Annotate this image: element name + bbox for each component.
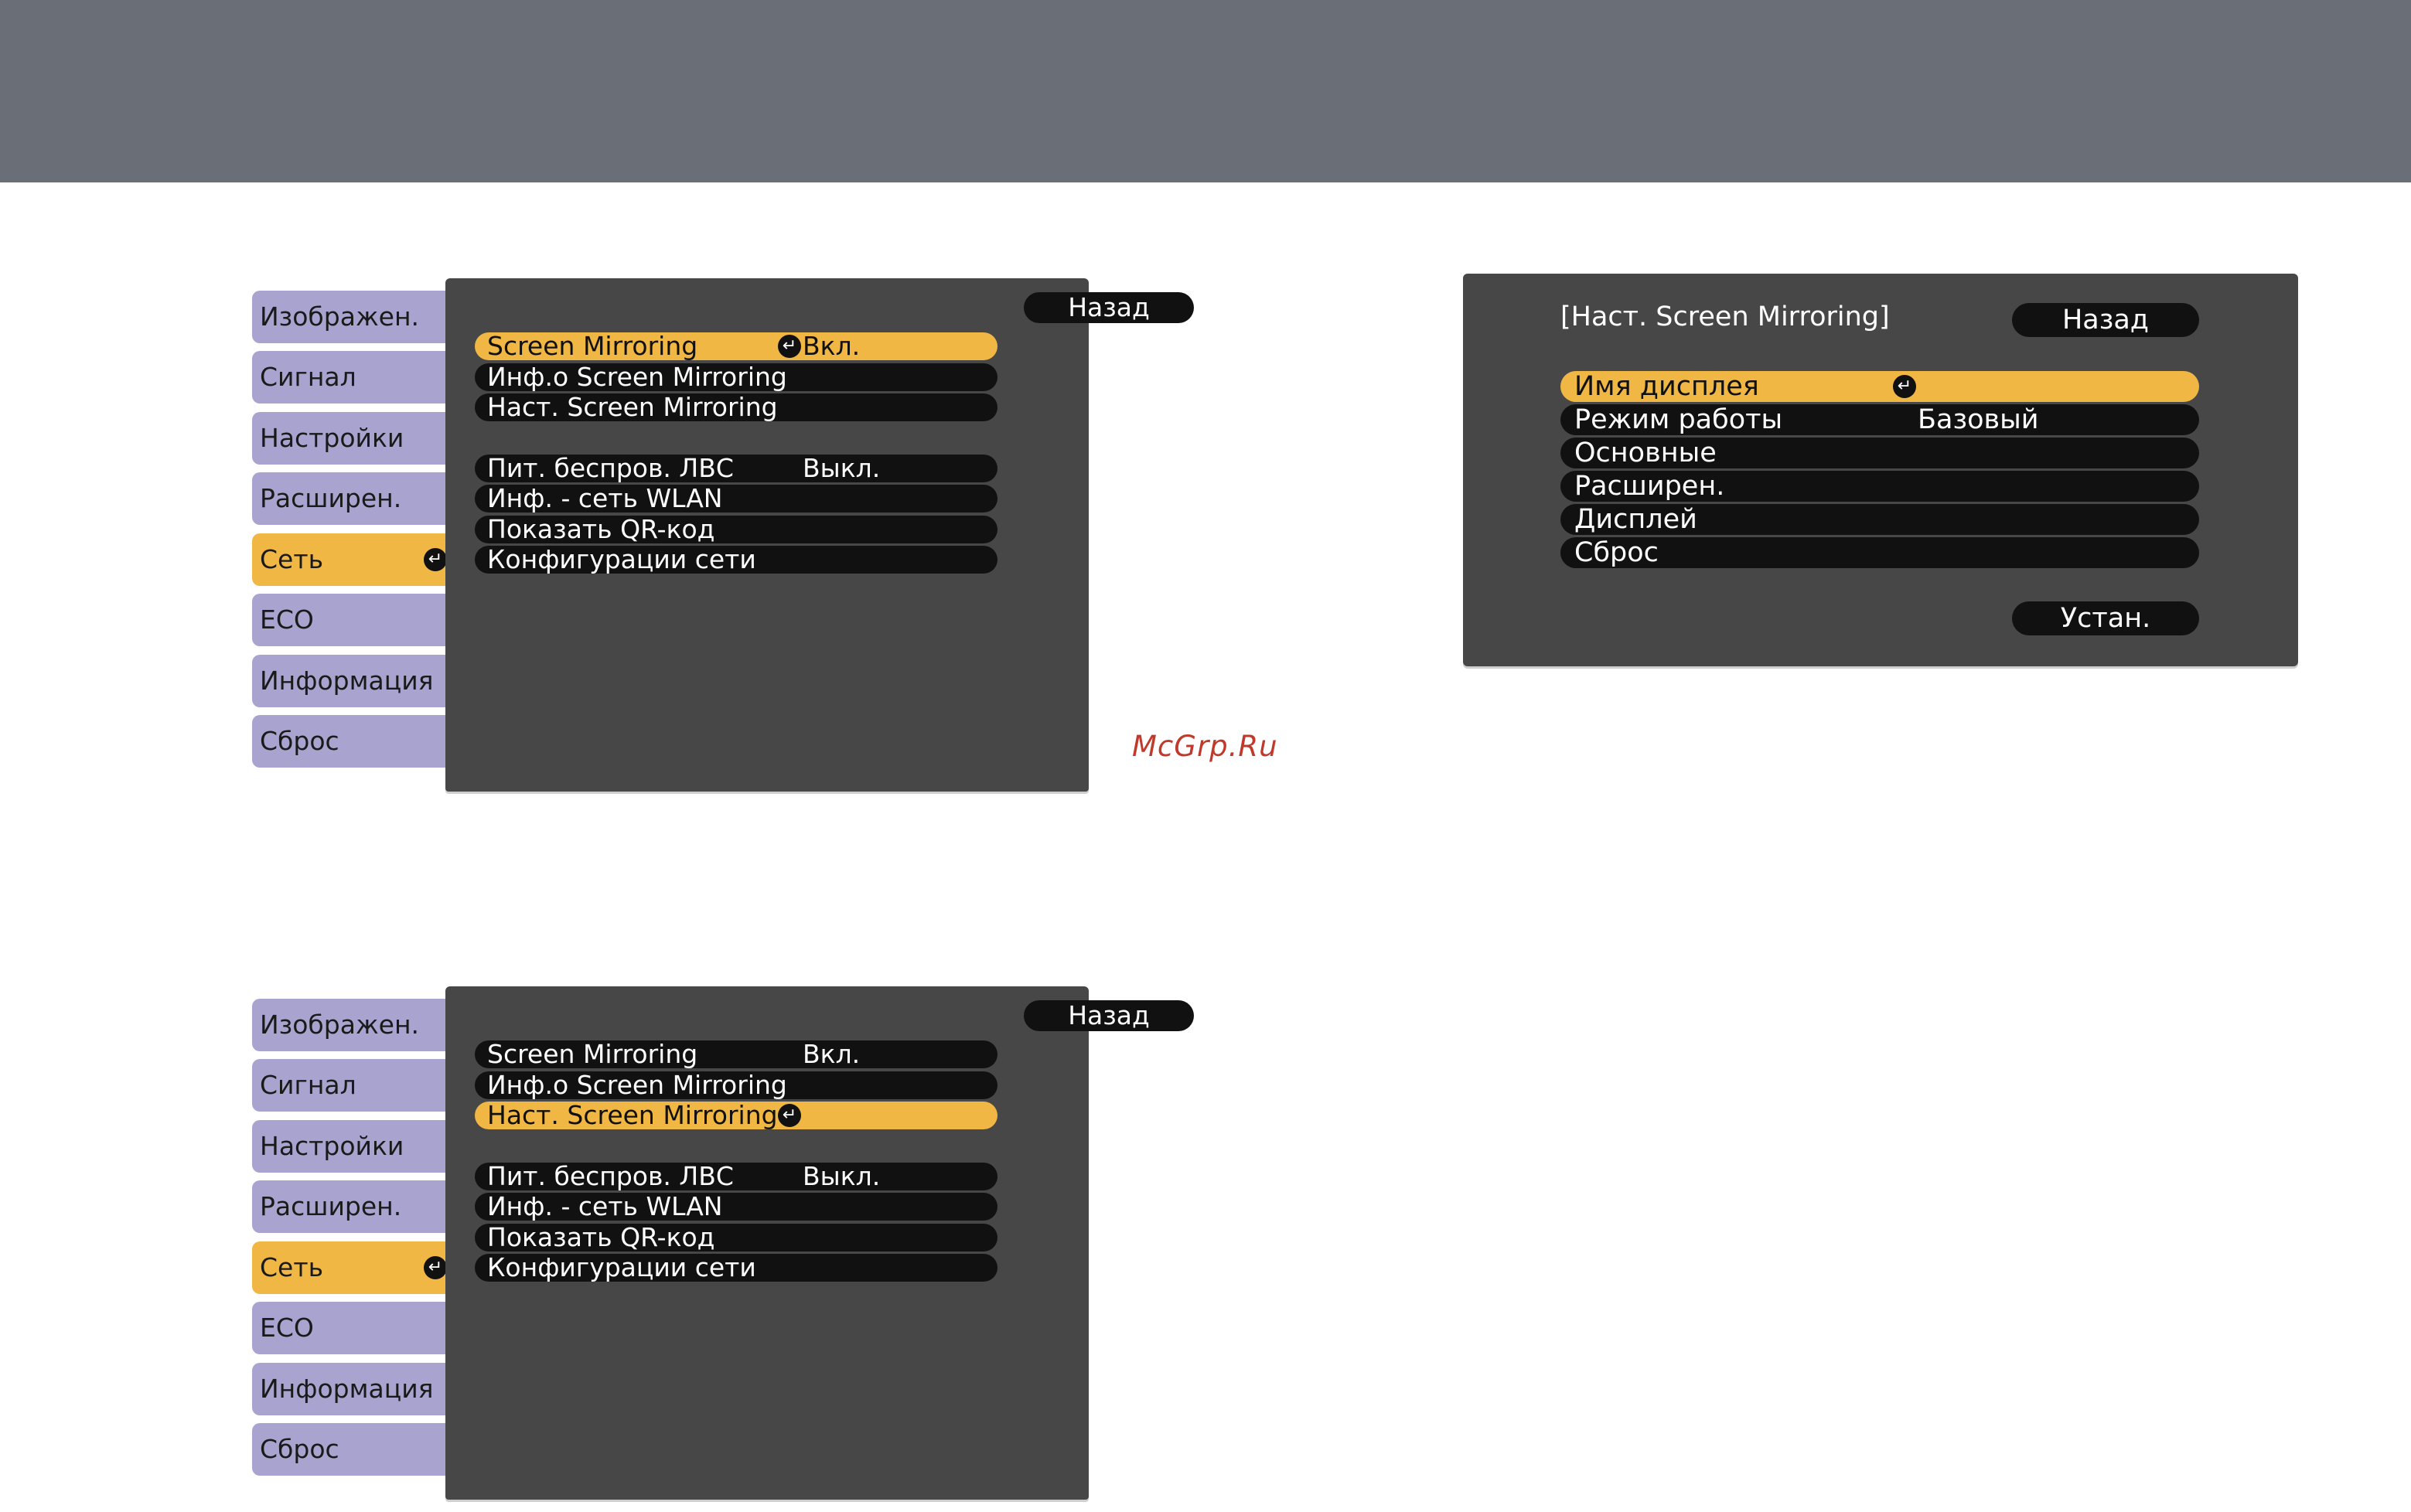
top-banner xyxy=(0,0,2411,182)
tab-information[interactable]: Информация xyxy=(252,1363,458,1415)
network-menu-1: Изображен. Сигнал Настройки Расширен. Се… xyxy=(252,278,1194,804)
item-label: Расширен. xyxy=(1574,471,1725,502)
dialog-item-reset[interactable]: Сброс xyxy=(1560,537,2199,568)
menu-item-wlan-info[interactable]: Инф. - сеть WLAN xyxy=(475,1193,997,1221)
tab-label: Расширен. xyxy=(260,483,402,513)
tab-information[interactable]: Информация xyxy=(252,655,458,707)
item-label: Режим работы xyxy=(1574,404,1783,435)
item-label: Наст. Screen Mirroring xyxy=(487,1100,778,1130)
item-label: Показать QR-код xyxy=(487,1222,715,1252)
tab-label: Сброс xyxy=(260,1434,339,1464)
tab-eco[interactable]: ECO xyxy=(252,1302,458,1354)
enter-icon: ↵ xyxy=(424,548,447,571)
item-value: Вкл. xyxy=(803,1039,861,1069)
item-value: Базовый xyxy=(1918,404,2039,435)
tab-label: Сеть xyxy=(260,544,324,574)
watermark: McGrp.Ru xyxy=(1132,730,1278,763)
tab-eco[interactable]: ECO xyxy=(252,594,458,646)
tab-extended[interactable]: Расширен. xyxy=(252,472,458,525)
item-label: Пит. беспров. ЛВС xyxy=(487,453,734,483)
menu-item-screen-mirroring-settings[interactable]: Наст. Screen Mirroring xyxy=(475,393,997,421)
tab-settings[interactable]: Настройки xyxy=(252,1120,458,1173)
menu-item-screen-mirroring-info[interactable]: Инф.о Screen Mirroring xyxy=(475,363,997,391)
menu-item-wlan-info[interactable]: Инф. - сеть WLAN xyxy=(475,485,997,513)
tab-label: Сигнал xyxy=(260,362,356,392)
menu-item-screen-mirroring-settings[interactable]: Наст. Screen Mirroring ↵ xyxy=(475,1102,997,1129)
menu-item-screen-mirroring-info[interactable]: Инф.о Screen Mirroring xyxy=(475,1071,997,1099)
menu-item-network-config[interactable]: Конфигурации сети xyxy=(475,546,997,574)
tab-label: Расширен. xyxy=(260,1191,402,1221)
tab-image[interactable]: Изображен. xyxy=(252,291,458,343)
tab-signal[interactable]: Сигнал xyxy=(252,1059,458,1112)
dialog-item-extended[interactable]: Расширен. xyxy=(1560,471,2199,502)
dialog-title: [Наст. Screen Mirroring] xyxy=(1560,301,1890,332)
tab-label: Изображен. xyxy=(260,301,420,332)
tab-label: Информация xyxy=(260,666,434,696)
tab-label: ECO xyxy=(260,604,314,635)
tab-extended[interactable]: Расширен. xyxy=(252,1180,458,1233)
tab-signal[interactable]: Сигнал xyxy=(252,351,458,404)
set-button[interactable]: Устан. xyxy=(2012,601,2199,635)
dialog-item-display-name[interactable]: Имя дисплея ↵ xyxy=(1560,371,2199,402)
item-label: Инф. - сеть WLAN xyxy=(487,1191,723,1221)
tab-label: Настройки xyxy=(260,423,404,453)
enter-icon: ↵ xyxy=(778,335,801,358)
tab-label: Сигнал xyxy=(260,1070,356,1100)
item-label: Имя дисплея xyxy=(1574,371,1759,402)
menu-item-wireless-lan-power[interactable]: Пит. беспров. ЛВС Выкл. xyxy=(475,455,997,482)
dialog-item-display[interactable]: Дисплей xyxy=(1560,504,2199,535)
item-value: Вкл. xyxy=(803,331,861,361)
tab-network[interactable]: Сеть ↵ xyxy=(252,533,458,586)
tab-label: Сброс xyxy=(260,726,339,756)
tab-reset[interactable]: Сброс xyxy=(252,715,458,768)
item-label: Инф. - сеть WLAN xyxy=(487,483,723,513)
item-label: Инф.о Screen Mirroring xyxy=(487,362,787,392)
item-value: Выкл. xyxy=(803,453,881,483)
tab-label: Изображен. xyxy=(260,1010,420,1040)
item-label: Основные xyxy=(1574,438,1717,468)
item-label: Показать QR-код xyxy=(487,514,715,544)
tab-label: Сеть xyxy=(260,1252,324,1282)
item-label: Инф.о Screen Mirroring xyxy=(487,1070,787,1100)
screen-mirroring-settings-dialog: [Наст. Screen Mirroring] Назад Имя диспл… xyxy=(1463,274,2298,666)
back-button[interactable]: Назад xyxy=(1024,1000,1194,1031)
menu-item-wireless-lan-power[interactable]: Пит. беспров. ЛВС Выкл. xyxy=(475,1163,997,1190)
item-label: Конфигурации сети xyxy=(487,544,756,574)
item-label: Наст. Screen Mirroring xyxy=(487,392,778,422)
enter-icon: ↵ xyxy=(424,1256,447,1279)
tab-label: Информация xyxy=(260,1374,434,1404)
menu-item-network-config[interactable]: Конфигурации сети xyxy=(475,1254,997,1282)
tab-network[interactable]: Сеть ↵ xyxy=(252,1241,458,1294)
item-label: Сброс xyxy=(1574,537,1659,568)
menu-panel: Назад Screen Mirroring Вкл. Инф.о Screen… xyxy=(445,986,1194,1500)
tab-image[interactable]: Изображен. xyxy=(252,999,458,1051)
dialog-item-basic[interactable]: Основные xyxy=(1560,438,2199,468)
tab-label: Настройки xyxy=(260,1131,404,1161)
menu-item-screen-mirroring[interactable]: Screen Mirroring Вкл. xyxy=(475,1040,997,1068)
item-value: Выкл. xyxy=(803,1161,881,1191)
tab-label: ECO xyxy=(260,1313,314,1343)
network-menu-2: Изображен. Сигнал Настройки Расширен. Се… xyxy=(252,986,1194,1512)
menu-item-show-qr[interactable]: Показать QR-код xyxy=(475,1224,997,1251)
back-button[interactable]: Назад xyxy=(1024,292,1194,323)
menu-panel: Назад Screen Mirroring ↵ Вкл. Инф.о Scre… xyxy=(445,278,1194,792)
enter-icon: ↵ xyxy=(1893,375,1916,398)
back-button[interactable]: Назад xyxy=(2012,303,2199,337)
item-label: Пит. беспров. ЛВС xyxy=(487,1161,734,1191)
menu-item-screen-mirroring[interactable]: Screen Mirroring ↵ Вкл. xyxy=(475,332,997,360)
enter-icon: ↵ xyxy=(778,1104,801,1127)
dialog-item-operation-mode[interactable]: Режим работы Базовый xyxy=(1560,404,2199,435)
tab-settings[interactable]: Настройки xyxy=(252,412,458,465)
item-label: Конфигурации сети xyxy=(487,1252,756,1282)
item-label: Дисплей xyxy=(1574,504,1697,535)
item-label: Screen Mirroring xyxy=(487,1039,698,1069)
menu-item-show-qr[interactable]: Показать QR-код xyxy=(475,516,997,543)
item-label: Screen Mirroring xyxy=(487,331,698,361)
tab-reset[interactable]: Сброс xyxy=(252,1423,458,1476)
